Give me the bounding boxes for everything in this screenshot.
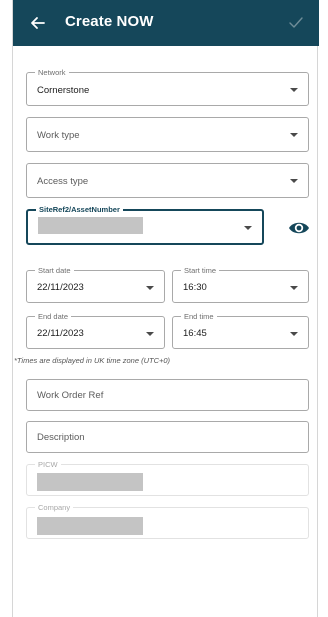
app-screen: Create NOW Network Cornerstone Work type… [12, 0, 319, 617]
description-input[interactable]: Description [26, 421, 309, 453]
work-type-placeholder: Work type [37, 130, 80, 141]
page-title: Create NOW [65, 13, 154, 30]
end-date-value: 22/11/2023 [37, 328, 84, 339]
arrow-left-icon [31, 17, 45, 29]
start-date-value: 22/11/2023 [37, 282, 84, 293]
picw-label: PICW [35, 460, 61, 469]
chevron-down-icon [146, 286, 154, 290]
back-button[interactable] [27, 12, 49, 34]
end-time-value: 16:45 [183, 328, 207, 339]
start-time-label: Start time [181, 266, 220, 275]
description-placeholder: Description [37, 432, 85, 443]
end-date-select[interactable]: End date 22/11/2023 [26, 312, 165, 349]
access-type-placeholder: Access type [37, 176, 89, 187]
company-field: Company [26, 503, 309, 539]
end-time-label: End time [181, 312, 217, 321]
check-icon [289, 17, 303, 28]
toggle-visibility-button[interactable] [286, 217, 312, 239]
app-bar: Create NOW [13, 0, 319, 46]
timezone-note: *Times are displayed in UK time zone (UT… [14, 356, 171, 365]
site-ref-value-redacted [38, 217, 143, 234]
chevron-down-icon [290, 88, 298, 92]
chevron-down-icon [290, 332, 298, 336]
picw-value-redacted [37, 473, 143, 491]
site-ref-label: SiteRef2/AssetNumber [36, 205, 123, 214]
start-time-select[interactable]: Start time 16:30 [172, 266, 309, 303]
site-ref-select[interactable]: SiteRef2/AssetNumber [26, 205, 264, 245]
work-type-select[interactable]: Work type [26, 117, 309, 152]
work-order-ref-placeholder: Work Order Ref [37, 390, 104, 401]
company-label: Company [35, 503, 74, 512]
access-type-select[interactable]: Access type [26, 163, 309, 198]
chevron-down-icon [290, 133, 298, 137]
end-date-label: End date [35, 312, 72, 321]
network-label: Network [35, 68, 69, 77]
chevron-down-icon [146, 332, 154, 336]
start-date-label: Start date [35, 266, 74, 275]
network-value: Cornerstone [37, 85, 90, 96]
chevron-down-icon [290, 179, 298, 183]
picw-field: PICW [26, 460, 309, 496]
company-value-redacted [37, 517, 143, 535]
eye-icon [289, 222, 309, 234]
network-select[interactable]: Network Cornerstone [26, 68, 309, 106]
work-order-ref-input[interactable]: Work Order Ref [26, 379, 309, 411]
start-time-value: 16:30 [183, 282, 207, 293]
chevron-down-icon [290, 286, 298, 290]
chevron-down-icon [244, 226, 252, 230]
confirm-button[interactable] [285, 12, 307, 34]
end-time-select[interactable]: End time 16:45 [172, 312, 309, 349]
start-date-select[interactable]: Start date 22/11/2023 [26, 266, 165, 303]
